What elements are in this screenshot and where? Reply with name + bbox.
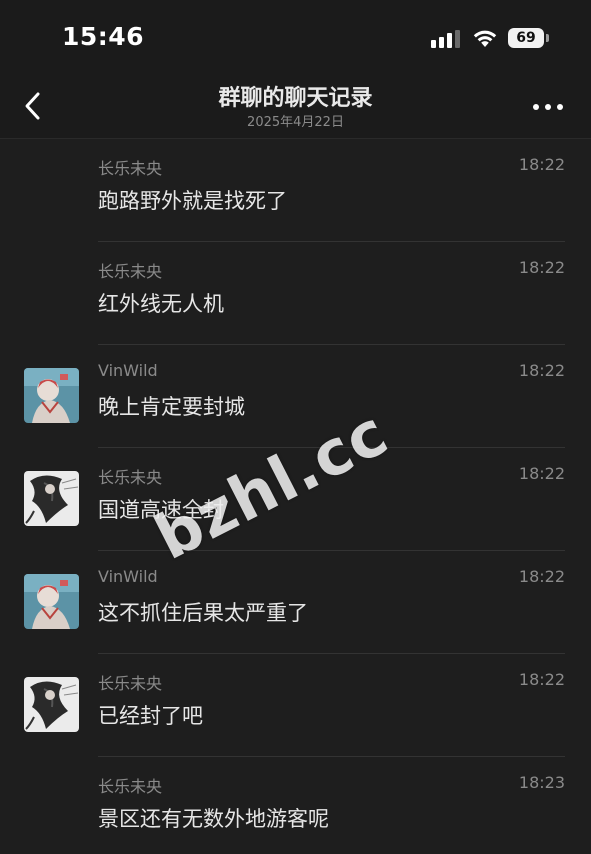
message-item[interactable]: 长乐未央 18:22 国道高速全封 — [0, 448, 591, 551]
message-text: 晚上肯定要封城 — [98, 395, 245, 419]
message-text: 景区还有无数外地游客呢 — [98, 807, 329, 831]
more-dots-icon[interactable] — [528, 92, 568, 122]
message-text: 这不抓住后果太严重了 — [98, 601, 308, 625]
avatar-vinwild[interactable] — [24, 368, 79, 423]
message-sender[interactable]: VinWild — [98, 361, 158, 380]
message-time: 18:22 — [518, 155, 565, 174]
status-bar: 15:46 69 — [0, 0, 591, 76]
cellular-signal-icon — [431, 30, 460, 48]
message-text: 国道高速全封 — [98, 498, 224, 522]
page-title: 群聊的聊天记录 — [218, 86, 373, 111]
message-sender[interactable]: 长乐未央 — [98, 464, 162, 488]
message-sender[interactable]: VinWild — [98, 567, 158, 586]
page-subtitle-date: 2025年4月22日 — [247, 115, 344, 130]
message-text: 跑路野外就是找死了 — [98, 189, 287, 213]
wifi-icon — [473, 30, 497, 47]
battery-icon: 69 — [508, 28, 544, 48]
message-item[interactable]: VinWild 18:22 晚上肯定要封城 — [0, 345, 591, 448]
message-time: 18:22 — [518, 670, 565, 689]
message-item[interactable]: 长乐未央 18:23 景区还有无数外地游客呢 — [0, 757, 591, 854]
message-time: 18:22 — [518, 361, 565, 380]
message-list: 长乐未央 18:22 跑路野外就是找死了 长乐未央 18:22 红外线无人机 V… — [0, 139, 591, 854]
message-sender[interactable]: 长乐未央 — [98, 258, 162, 282]
chat-history-screen: 15:46 69 群聊的聊天记录 2025年4月22日 长乐未央 18:22 跑… — [0, 0, 591, 854]
message-item[interactable]: VinWild 18:22 这不抓住后果太严重了 — [0, 551, 591, 654]
message-text: 红外线无人机 — [98, 292, 224, 316]
message-item[interactable]: 长乐未央 18:22 跑路野外就是找死了 — [0, 139, 591, 242]
message-time: 18:22 — [518, 567, 565, 586]
message-item[interactable]: 长乐未央 18:22 红外线无人机 — [0, 242, 591, 345]
status-time: 15:46 — [62, 22, 145, 51]
nav-header: 群聊的聊天记录 2025年4月22日 — [0, 76, 591, 139]
avatar-vinwild[interactable] — [24, 574, 79, 629]
avatar-changle[interactable] — [24, 677, 79, 732]
message-sender[interactable]: 长乐未央 — [98, 155, 162, 179]
message-time: 18:23 — [518, 773, 565, 792]
message-time: 18:22 — [518, 464, 565, 483]
message-sender[interactable]: 长乐未央 — [98, 670, 162, 694]
message-sender[interactable]: 长乐未央 — [98, 773, 162, 797]
message-time: 18:22 — [518, 258, 565, 277]
battery-cap — [546, 34, 549, 42]
message-item[interactable]: 长乐未央 18:22 已经封了吧 — [0, 654, 591, 757]
avatar-changle[interactable] — [24, 471, 79, 526]
message-text: 已经封了吧 — [98, 704, 203, 728]
